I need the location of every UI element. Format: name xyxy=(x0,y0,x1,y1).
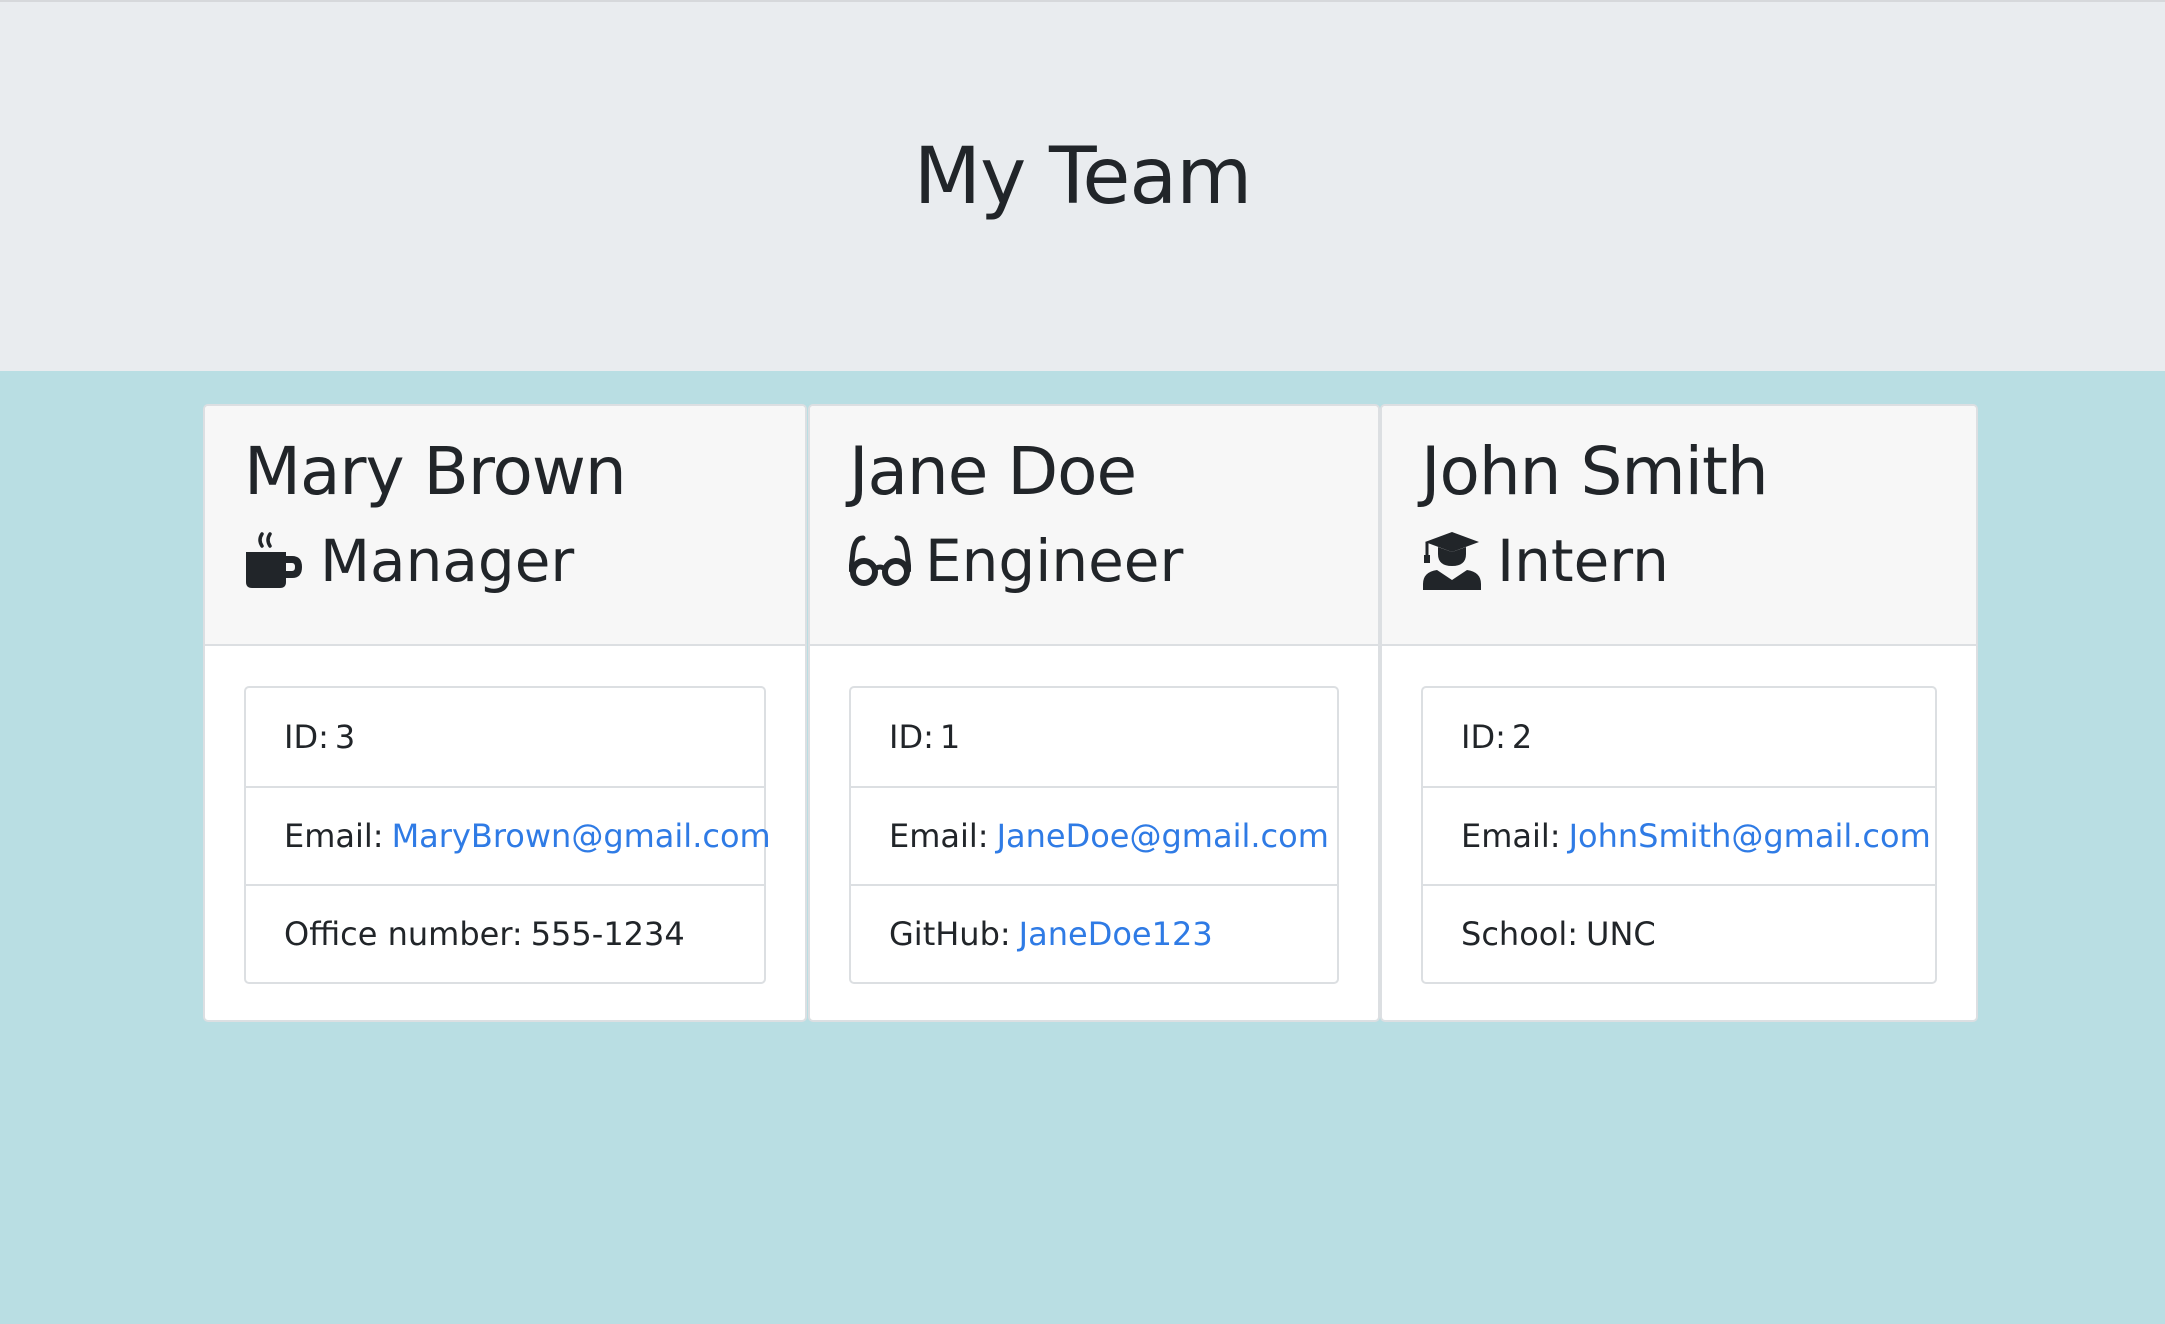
employee-name: John Smith xyxy=(1421,433,1769,510)
employee-details-list: ID: 3 Email: MaryBrown@gmail.com Office … xyxy=(244,686,771,984)
github-label: GitHub: xyxy=(889,915,1011,953)
list-item-email: Email: MaryBrown@gmail.com xyxy=(246,786,771,884)
employee-role: Manager xyxy=(244,526,574,596)
coffee-mug-icon xyxy=(244,530,306,592)
card-header: Jane Doe Engineer xyxy=(810,406,1378,646)
id-value: 2 xyxy=(1511,718,1533,756)
id-label: ID: xyxy=(1461,718,1506,756)
school-label: School: xyxy=(1461,915,1579,953)
glasses-icon xyxy=(849,530,911,592)
role-label: Intern xyxy=(1497,527,1669,595)
list-item-email: Email: JaneDoe@gmail.com xyxy=(851,786,1337,884)
list-item-office-number: Office number: 555-1234 xyxy=(246,884,764,982)
email-link[interactable]: MaryBrown@gmail.com xyxy=(392,817,771,855)
list-item-id: ID: 2 xyxy=(1423,688,1935,786)
list-item-id: ID: 1 xyxy=(851,688,1337,786)
employee-name: Mary Brown xyxy=(244,433,627,510)
employee-details-list: ID: 2 Email: JohnSmith@gmail.com School:… xyxy=(1421,686,1937,984)
employee-card-manager: Mary Brown Manager ID: 3 Email: MaryBrow… xyxy=(203,404,807,1022)
office-number-value: 555-1234 xyxy=(530,915,685,953)
employee-role: Intern xyxy=(1421,526,1669,596)
card-header: John Smith Intern xyxy=(1382,406,1976,646)
employee-card-intern: John Smith Intern ID: 2 Email: JohnSmith… xyxy=(1380,404,1978,1022)
list-item-school: School: UNC xyxy=(1423,884,1935,982)
employee-name: Jane Doe xyxy=(849,433,1137,510)
email-label: Email: xyxy=(889,817,989,855)
id-label: ID: xyxy=(284,718,329,756)
list-item-email: Email: JohnSmith@gmail.com xyxy=(1423,786,1935,884)
role-label: Engineer xyxy=(925,527,1184,595)
employee-details-list: ID: 1 Email: JaneDoe@gmail.com GitHub: J… xyxy=(849,686,1339,984)
id-value: 3 xyxy=(334,718,356,756)
email-link[interactable]: JaneDoe@gmail.com xyxy=(997,817,1329,855)
email-label: Email: xyxy=(284,817,384,855)
id-label: ID: xyxy=(889,718,934,756)
office-number-label: Office number: xyxy=(284,915,523,953)
email-label: Email: xyxy=(1461,817,1561,855)
list-item-id: ID: 3 xyxy=(246,688,764,786)
graduate-icon xyxy=(1421,530,1483,592)
employee-card-engineer: Jane Doe Engineer ID: 1 Email: JaneDoe@g… xyxy=(808,404,1380,1022)
github-link[interactable]: JaneDoe123 xyxy=(1019,915,1213,953)
list-item-github: GitHub: JaneDoe123 xyxy=(851,884,1337,982)
page-title: My Team xyxy=(913,131,1252,222)
page-header: My Team xyxy=(0,0,2165,371)
role-label: Manager xyxy=(320,527,575,595)
email-link[interactable]: JohnSmith@gmail.com xyxy=(1569,817,1931,855)
id-value: 1 xyxy=(939,718,961,756)
card-header: Mary Brown Manager xyxy=(205,406,805,646)
school-value: UNC xyxy=(1586,915,1656,953)
employee-role: Engineer xyxy=(849,526,1183,596)
